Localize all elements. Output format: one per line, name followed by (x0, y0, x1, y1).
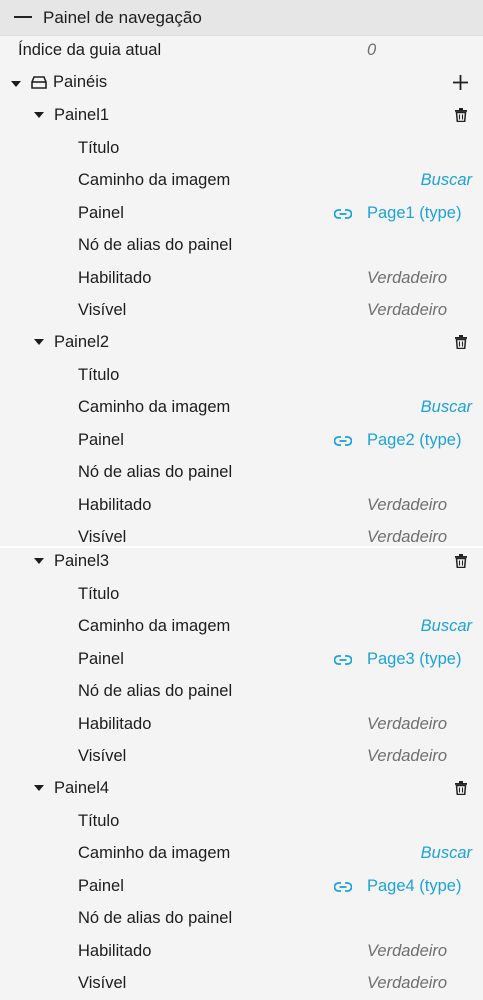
visible-value[interactable]: Verdadeiro (367, 301, 447, 320)
enabled-label: Habilitado (78, 941, 152, 960)
panel-name: Painel4 (54, 779, 110, 797)
image-path-label: Caminho da imagem (78, 617, 231, 635)
enabled-value[interactable]: Verdadeiro (367, 269, 447, 288)
divider (0, 546, 483, 548)
current-tab-index-value[interactable]: 0 (367, 41, 376, 60)
panel-name: Painel3 (54, 552, 110, 570)
enabled-label: Habilitado (78, 268, 152, 287)
browse-button[interactable]: Buscar (421, 617, 472, 636)
enabled-label: Habilitado (78, 495, 152, 514)
link-icon[interactable] (334, 435, 352, 447)
add-panel-icon[interactable] (453, 75, 468, 90)
trash-icon[interactable] (455, 108, 467, 122)
alias-label: Nó de alias do painel (78, 463, 233, 481)
link-icon[interactable] (334, 654, 352, 666)
panel-link-value[interactable]: Page3 (type) (367, 650, 461, 669)
panels-expand-icon[interactable] (11, 81, 21, 87)
alias-label: Nó de alias do painel (78, 909, 233, 927)
trash-icon[interactable] (455, 781, 467, 795)
enabled-value[interactable]: Verdadeiro (367, 496, 447, 515)
browse-button[interactable]: Buscar (421, 171, 472, 190)
panel-expand-icon[interactable] (34, 112, 44, 118)
browse-button[interactable]: Buscar (421, 398, 472, 417)
title-label: Título (78, 365, 120, 384)
visible-label: Visível (78, 301, 127, 319)
title-label: Título (78, 138, 120, 157)
panel-label: Painel (78, 649, 124, 668)
panel-expand-icon[interactable] (34, 785, 44, 791)
section-title: Painel de navegação (43, 8, 202, 27)
panel-expand-icon[interactable] (34, 339, 44, 345)
link-icon[interactable] (334, 208, 352, 220)
trash-icon[interactable] (455, 554, 467, 568)
panel-name: Painel1 (54, 106, 110, 124)
visible-value[interactable]: Verdadeiro (367, 747, 447, 766)
link-icon[interactable] (334, 881, 352, 893)
image-path-label: Caminho da imagem (78, 844, 231, 862)
current-tab-index-label: Índice da guia atual (18, 41, 162, 59)
image-path-label: Caminho da imagem (78, 398, 231, 416)
visible-value[interactable]: Verdadeiro (367, 528, 447, 547)
collapse-icon[interactable] (14, 16, 32, 18)
title-label: Título (78, 584, 120, 603)
trash-icon[interactable] (455, 335, 467, 349)
panel-label: Painel (78, 430, 124, 449)
enabled-value[interactable]: Verdadeiro (367, 942, 447, 961)
panels-icon (31, 76, 47, 89)
panel-label: Painel (78, 876, 124, 895)
visible-label: Visível (78, 974, 127, 992)
alias-label: Nó de alias do painel (78, 682, 233, 700)
panel-link-value[interactable]: Page1 (type) (367, 204, 461, 223)
panel-name: Painel2 (54, 333, 110, 351)
visible-label: Visível (78, 528, 127, 546)
nav-panel-header[interactable]: Painel de navegação (0, 0, 483, 36)
visible-value[interactable]: Verdadeiro (367, 974, 447, 993)
enabled-label: Habilitado (78, 714, 152, 733)
panels-group-label: Painéis (53, 73, 108, 91)
panel-label: Painel (78, 203, 124, 222)
title-label: Título (78, 811, 120, 830)
panel-link-value[interactable]: Page2 (type) (367, 431, 461, 450)
panel-link-value[interactable]: Page4 (type) (367, 877, 461, 896)
browse-button[interactable]: Buscar (421, 844, 472, 863)
enabled-value[interactable]: Verdadeiro (367, 715, 447, 734)
image-path-label: Caminho da imagem (78, 171, 231, 189)
alias-label: Nó de alias do painel (78, 236, 233, 254)
panel-expand-icon[interactable] (34, 558, 44, 564)
visible-label: Visível (78, 747, 127, 765)
